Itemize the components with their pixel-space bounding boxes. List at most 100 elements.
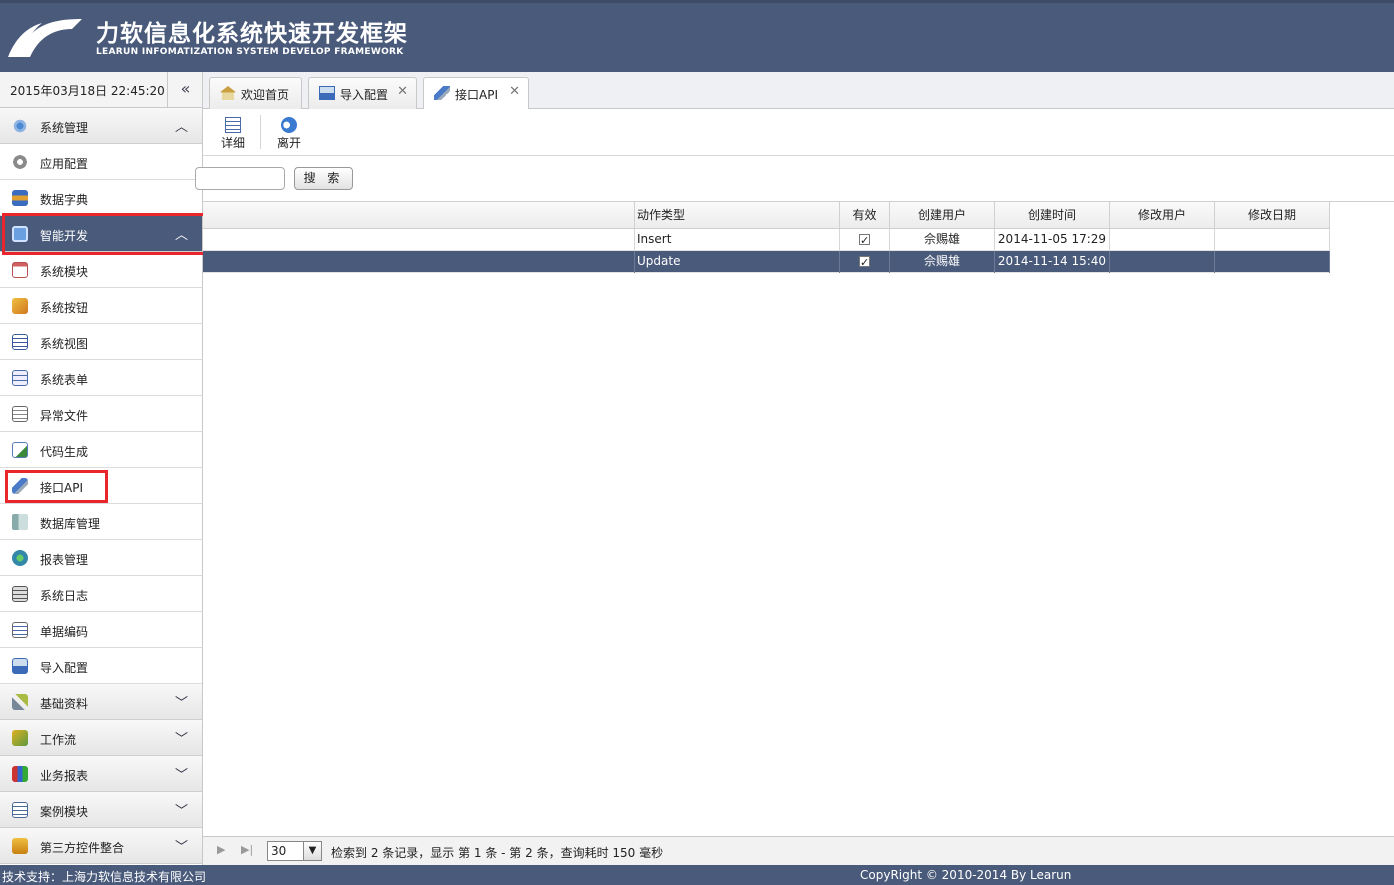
column-header-modifier[interactable]: 修改用户 (1110, 202, 1215, 229)
chevron-up-icon[interactable]: ︿ (175, 116, 188, 135)
cell-valid (840, 251, 890, 273)
grid-header: 动作类型 有效 创建用户 创建时间 修改用户 修改日期 (203, 202, 1330, 229)
copyright-text: CopyRight © 2010-2014 By Learun (860, 868, 1072, 882)
sidebar-item-data-dictionary[interactable]: 数据字典 (0, 180, 202, 216)
code-file-icon (12, 442, 28, 458)
form-icon (12, 370, 28, 386)
chevron-down-icon[interactable]: ﹀ (175, 800, 188, 819)
cell-valid (840, 229, 890, 251)
sidebar-item-label: 系统日志 (40, 589, 89, 603)
sidebar-item-system-view[interactable]: 系统视图 (0, 324, 202, 360)
detail-button-label: 详细 (220, 136, 245, 150)
sidebar-item-exception-file[interactable]: 异常文件 (0, 396, 202, 432)
app-title: 力软信息化系统快速开发框架 (96, 21, 408, 47)
table-row-selected[interactable]: Update 佘赐雄 2014-11-14 15:40 (203, 251, 1330, 273)
checkbox-checked-icon (859, 252, 870, 273)
search-input[interactable] (195, 167, 285, 190)
sidebar-item-system-form[interactable]: 系统表单 (0, 360, 202, 396)
cell-created: 2014-11-14 15:40 (995, 251, 1110, 273)
sidebar-item-system-log[interactable]: 系统日志 (0, 576, 202, 612)
cube-icon (12, 298, 28, 314)
column-header-valid[interactable]: 有效 (840, 202, 890, 229)
tab-interface-api[interactable]: 接口API ✕ (423, 77, 529, 110)
cell-modifier (1110, 229, 1215, 251)
column-header-modified[interactable]: 修改日期 (1215, 202, 1330, 229)
cell-modified (1215, 229, 1330, 251)
window-icon (12, 262, 28, 278)
chevron-down-icon[interactable]: ﹀ (175, 692, 188, 711)
column-header-creator[interactable]: 创建用户 (890, 202, 995, 229)
pager-info: 检索到 2 条记录，显示 第 1 条 - 第 2 条，查询耗时 150 毫秒 (331, 846, 664, 860)
chevron-down-icon[interactable]: ﹀ (175, 836, 188, 855)
cell-modifier (1110, 251, 1215, 273)
document-icon (12, 406, 28, 422)
current-datetime: 2015年03月18日 22:45:20 (10, 84, 165, 98)
last-page-icon[interactable]: ▶| (241, 843, 253, 856)
sidebar-item-label: 系统按钮 (40, 301, 89, 315)
sidebar-item-label: 异常文件 (40, 409, 89, 423)
sidebar-item-system-button[interactable]: 系统按钮 (0, 288, 202, 324)
sidebar-item-code-gen[interactable]: 代码生成 (0, 432, 202, 468)
menu-group-third-party[interactable]: 第三方控件整合 ﹀ (0, 828, 202, 864)
sidebar-item-label: 单据编码 (40, 625, 89, 639)
cell-action: Insert (635, 229, 840, 251)
chevron-down-icon[interactable]: ▼ (303, 842, 321, 860)
sidebar-item-report-manage[interactable]: 报表管理 (0, 540, 202, 576)
tools-icon (12, 694, 28, 710)
column-header-created[interactable]: 创建时间 (995, 202, 1110, 229)
tab-import-config[interactable]: 导入配置 ✕ (308, 77, 417, 109)
menu-group-system[interactable]: 系统管理 ︿ (0, 108, 202, 144)
sidebar-item-import-config[interactable]: 导入配置 (0, 648, 202, 684)
next-page-icon[interactable]: ▶ (217, 843, 225, 856)
books-icon (12, 190, 28, 206)
sidebar-item-system-module[interactable]: 系统模块 (0, 252, 202, 288)
tab-label: 导入配置 (340, 88, 389, 102)
detail-button[interactable]: 详细 (211, 115, 255, 151)
menu-group-label: 工作流 (40, 733, 77, 747)
sidebar-item-label: 应用配置 (40, 157, 89, 171)
cell-blank (203, 229, 635, 251)
data-grid: 动作类型 有效 创建用户 创建时间 修改用户 修改日期 Insert 佘赐雄 2… (203, 201, 1394, 836)
search-button[interactable]: 搜 索 (294, 167, 353, 190)
chevron-down-icon[interactable]: ﹀ (175, 764, 188, 783)
close-icon[interactable]: ✕ (397, 84, 408, 99)
tab-strip: 欢迎首页 导入配置 ✕ 接口API ✕ (203, 72, 1394, 110)
menu-group-basic-data[interactable]: 基础资料 ﹀ (0, 684, 202, 720)
sidebar-item-label: 代码生成 (40, 445, 89, 459)
collapse-sidebar-icon[interactable]: « (167, 72, 203, 108)
detail-icon (225, 117, 241, 133)
tab-label: 接口API (455, 88, 498, 102)
database-icon (12, 514, 28, 530)
toolbar: 详细 离开 (203, 109, 1394, 156)
leave-button[interactable]: 离开 (267, 115, 311, 151)
table-row[interactable]: Insert 佘赐雄 2014-11-05 17:29 (203, 229, 1330, 251)
cell-blank (203, 251, 635, 273)
sidebar-item-database-manage[interactable]: 数据库管理 (0, 504, 202, 540)
page-size-value: 30 (271, 844, 287, 858)
home-icon (220, 86, 236, 100)
column-header-action[interactable]: 动作类型 (635, 202, 840, 229)
header-topline (0, 0, 1394, 3)
cell-modified (1215, 251, 1330, 273)
list-view-icon (12, 334, 28, 350)
sidebar-item-doc-code[interactable]: 单据编码 (0, 612, 202, 648)
menu-group-case-module[interactable]: 案例模块 ﹀ (0, 792, 202, 828)
report-globe-icon (12, 550, 28, 566)
menu-group-business-report[interactable]: 业务报表 ﹀ (0, 756, 202, 792)
import-icon (319, 86, 335, 100)
close-icon[interactable]: ✕ (509, 84, 520, 99)
sidebar-item-label: 数据库管理 (40, 517, 101, 531)
plugin-icon (12, 838, 28, 854)
page-size-select[interactable]: 30 ▼ (267, 841, 322, 861)
workflow-icon (12, 730, 28, 746)
menu-group-label: 业务报表 (40, 769, 89, 783)
case-icon (12, 802, 28, 818)
tab-welcome[interactable]: 欢迎首页 (209, 77, 302, 109)
highlight-box-smart-dev (2, 213, 208, 255)
menu-group-workflow[interactable]: 工作流 ﹀ (0, 720, 202, 756)
sidebar-item-label: 系统表单 (40, 373, 89, 387)
app-subtitle: LEARUN INFOMATIZATION SYSTEM DEVELOP FRA… (96, 47, 404, 57)
sidebar-item-label: 报表管理 (40, 553, 89, 567)
chevron-down-icon[interactable]: ﹀ (175, 728, 188, 747)
sidebar-item-app-config[interactable]: 应用配置 (0, 144, 202, 180)
